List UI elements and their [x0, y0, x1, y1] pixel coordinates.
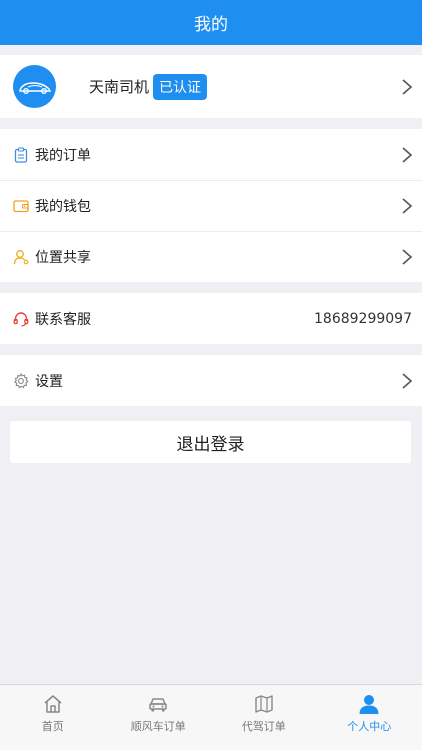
tab-label: 首页: [41, 720, 64, 733]
top-bar: 我的: [0, 0, 422, 45]
menu-item-label: 我的订单: [35, 147, 91, 164]
page-title: 我的: [194, 15, 228, 35]
car-logo-icon: [18, 81, 51, 94]
profile-card[interactable]: 天南司机 已认证: [0, 55, 422, 118]
tab-label: 个人中心: [347, 720, 392, 733]
tab-personal-center[interactable]: 个人中心: [317, 685, 422, 750]
menu-item-wallet[interactable]: 我的钱包: [0, 180, 422, 231]
car-icon: [149, 698, 167, 712]
bottom-tab-bar: 首页 顺风车订单 代驾订单 个人中心: [0, 684, 422, 750]
menu-item-label: 我的钱包: [35, 199, 91, 215]
wallet-icon: [13, 198, 29, 214]
menu-item-label: 位置共享: [35, 250, 91, 266]
avatar: [13, 65, 56, 108]
tab-home[interactable]: 首页: [0, 685, 106, 750]
gear-icon: [13, 372, 29, 389]
service-phone[interactable]: 18689299097: [314, 311, 412, 327]
clipboard-icon: [13, 146, 29, 163]
logout-label: 退出登录: [176, 434, 245, 455]
settings-group: 设置: [0, 355, 422, 406]
settings-row[interactable]: 设置: [0, 355, 422, 406]
tab-label: 代驾订单: [241, 720, 286, 733]
contact-service-row[interactable]: 联系客服 18689299097: [0, 293, 422, 344]
tab-label: 顺风车订单: [130, 720, 186, 733]
map-icon: [255, 695, 273, 713]
chevron-right-icon: [402, 78, 413, 95]
contact-service-label: 联系客服: [35, 311, 91, 328]
logout-button[interactable]: 退出登录: [10, 421, 411, 463]
menu-item-orders[interactable]: 我的订单: [0, 129, 422, 180]
tab-designated-driver-orders[interactable]: 代驾订单: [211, 685, 317, 750]
driver-name: 天南司机: [89, 78, 150, 96]
chevron-right-icon: [402, 249, 413, 265]
menu-item-location-share[interactable]: 位置共享: [0, 231, 422, 282]
menu-group: 我的订单 我的钱包 位置共享: [0, 129, 422, 282]
user-location-icon: [13, 249, 29, 265]
tab-carpool-orders[interactable]: 顺风车订单: [106, 685, 212, 750]
home-icon: [44, 695, 62, 713]
person-icon: [359, 695, 379, 714]
chevron-right-icon: [402, 146, 413, 163]
chevron-right-icon: [402, 198, 413, 214]
chevron-right-icon: [402, 372, 413, 389]
service-group: 联系客服 18689299097: [0, 293, 422, 344]
headset-icon: [13, 311, 29, 327]
settings-label: 设置: [35, 373, 63, 390]
verified-badge: 已认证: [153, 73, 208, 100]
